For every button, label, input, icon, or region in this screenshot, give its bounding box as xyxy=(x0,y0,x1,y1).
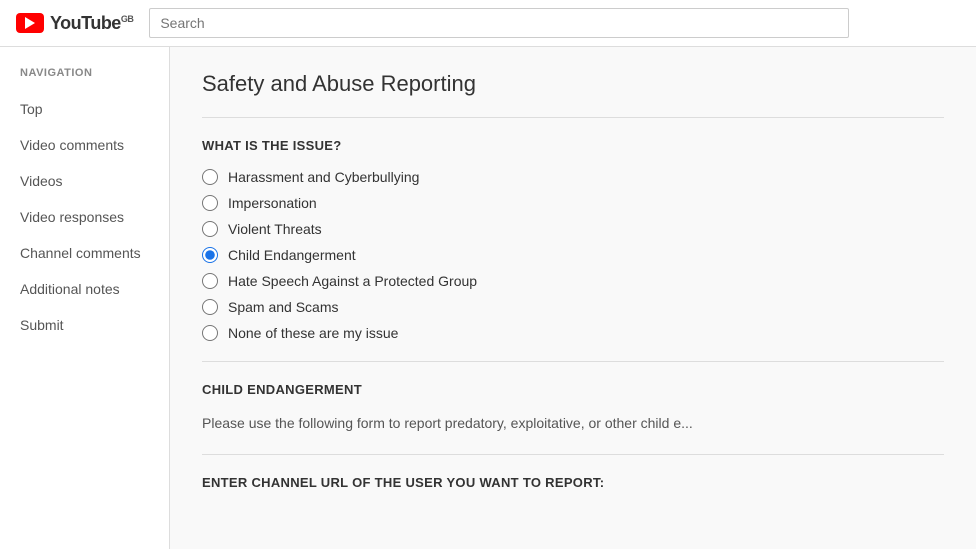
header: YouTubeGB xyxy=(0,0,976,47)
divider-mid xyxy=(202,361,944,362)
content-area: Safety and Abuse Reporting WHAT IS THE I… xyxy=(170,47,976,549)
child-description: Please use the following form to report … xyxy=(202,413,944,434)
radio-spam[interactable] xyxy=(202,299,218,315)
main-layout: NAVIGATION Top Video comments Videos Vid… xyxy=(0,47,976,549)
divider-top xyxy=(202,117,944,118)
radio-hate-speech[interactable] xyxy=(202,273,218,289)
option-harassment[interactable]: Harassment and Cyberbullying xyxy=(202,169,944,185)
sidebar-item-additional-notes[interactable]: Additional notes xyxy=(0,271,169,307)
issue-section: WHAT IS THE ISSUE? Harassment and Cyberb… xyxy=(202,138,944,341)
youtube-play-icon xyxy=(16,13,44,33)
option-violent-threats-label: Violent Threats xyxy=(228,221,322,237)
radio-harassment[interactable] xyxy=(202,169,218,185)
page-title: Safety and Abuse Reporting xyxy=(202,71,944,97)
logo-area: YouTubeGB xyxy=(16,13,133,34)
sidebar: NAVIGATION Top Video comments Videos Vid… xyxy=(0,47,170,549)
search-bar xyxy=(149,8,849,38)
search-input[interactable] xyxy=(149,8,849,38)
child-endangerment-section: CHILD ENDANGERMENT Please use the follow… xyxy=(202,382,944,434)
option-impersonation[interactable]: Impersonation xyxy=(202,195,944,211)
option-hate-speech-label: Hate Speech Against a Protected Group xyxy=(228,273,477,289)
region-badge: GB xyxy=(121,14,134,24)
sidebar-item-video-responses[interactable]: Video responses xyxy=(0,199,169,235)
option-hate-speech[interactable]: Hate Speech Against a Protected Group xyxy=(202,273,944,289)
option-none[interactable]: None of these are my issue xyxy=(202,325,944,341)
radio-impersonation[interactable] xyxy=(202,195,218,211)
child-section-title: CHILD ENDANGERMENT xyxy=(202,382,944,397)
radio-child-endangerment[interactable] xyxy=(202,247,218,263)
sidebar-item-video-comments[interactable]: Video comments xyxy=(0,127,169,163)
sidebar-item-channel-comments[interactable]: Channel comments xyxy=(0,235,169,271)
sidebar-nav-label: NAVIGATION xyxy=(0,67,169,91)
radio-violent-threats[interactable] xyxy=(202,221,218,237)
radio-none[interactable] xyxy=(202,325,218,341)
option-spam[interactable]: Spam and Scams xyxy=(202,299,944,315)
option-violent-threats[interactable]: Violent Threats xyxy=(202,221,944,237)
option-child-endangerment[interactable]: Child Endangerment xyxy=(202,247,944,263)
sidebar-item-submit[interactable]: Submit xyxy=(0,307,169,343)
option-harassment-label: Harassment and Cyberbullying xyxy=(228,169,419,185)
option-impersonation-label: Impersonation xyxy=(228,195,317,211)
option-child-endangerment-label: Child Endangerment xyxy=(228,247,356,263)
option-spam-label: Spam and Scams xyxy=(228,299,339,315)
channel-url-label: ENTER CHANNEL URL OF THE USER YOU WANT T… xyxy=(202,475,944,490)
issue-label: WHAT IS THE ISSUE? xyxy=(202,138,944,153)
youtube-wordmark: YouTube xyxy=(50,13,121,33)
divider-bottom xyxy=(202,454,944,455)
option-none-label: None of these are my issue xyxy=(228,325,398,341)
logo-text: YouTubeGB xyxy=(50,13,133,34)
sidebar-item-videos[interactable]: Videos xyxy=(0,163,169,199)
sidebar-item-top[interactable]: Top xyxy=(0,91,169,127)
